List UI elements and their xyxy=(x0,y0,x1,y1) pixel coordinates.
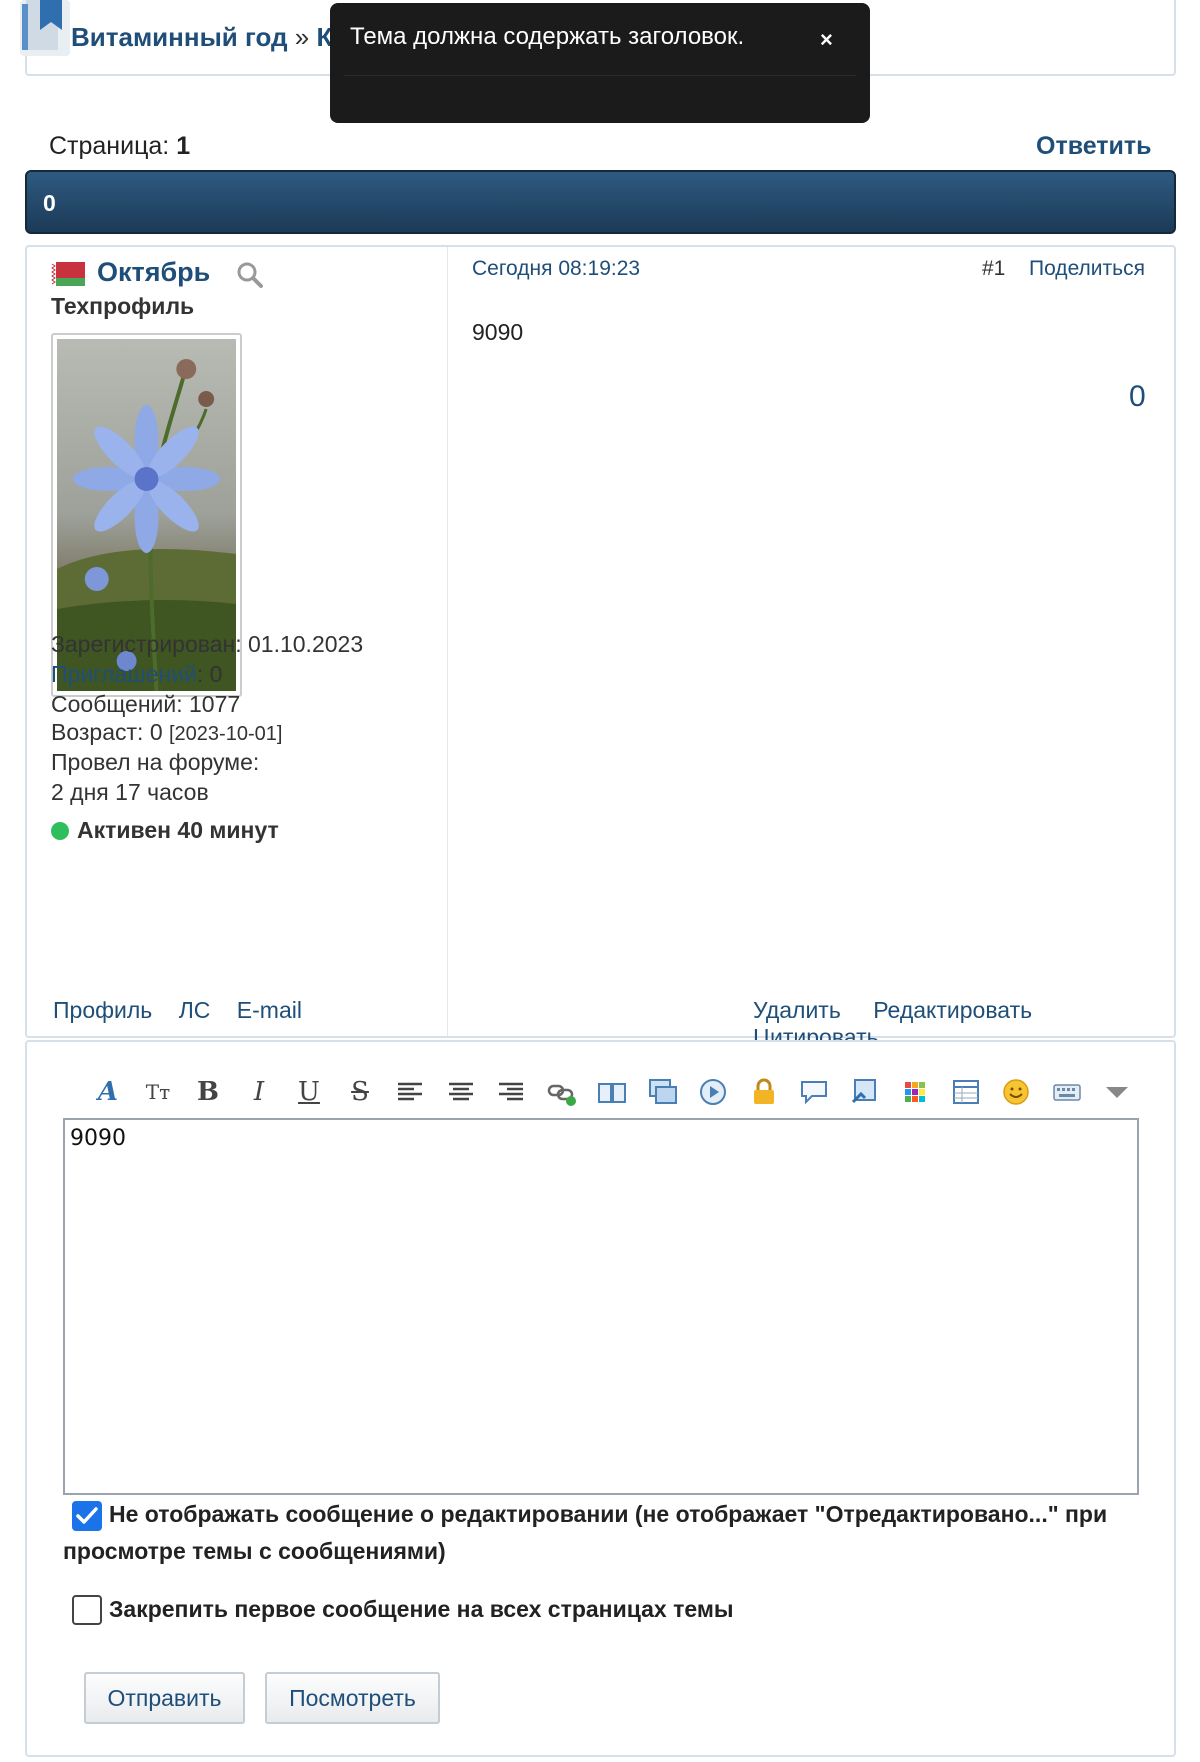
topic-title: 0 xyxy=(43,190,56,216)
time-on-forum-label: Провел на форуме: xyxy=(51,749,260,775)
author-rank: Техпрофиль xyxy=(51,293,195,319)
book-icon[interactable] xyxy=(596,1076,628,1108)
chevron-down-icon[interactable] xyxy=(1101,1076,1133,1108)
online-dot-icon xyxy=(51,822,69,840)
pagination: Страница: 1 xyxy=(49,132,190,161)
author-links: Профиль ЛС E-mail xyxy=(53,997,322,1024)
error-toast: Тема должна содержать заголовок. × xyxy=(330,3,870,123)
font-icon[interactable]: A xyxy=(92,1076,124,1108)
toast-divider xyxy=(344,75,856,76)
belarus-flag-icon xyxy=(51,262,85,286)
edit-link[interactable]: Редактировать xyxy=(873,997,1032,1023)
online-status: Активен 40 минут xyxy=(51,817,279,844)
post-number[interactable]: #1 xyxy=(982,257,1005,281)
reply-editor: A Tт B I U S 9090 Не отображать сообщени… xyxy=(25,1040,1176,1757)
breadcrumb: Витаминный год » Кор xyxy=(71,22,364,53)
play-icon[interactable] xyxy=(697,1076,729,1108)
pm-link[interactable]: ЛС xyxy=(179,997,211,1023)
preview-button[interactable]: Посмотреть xyxy=(265,1672,440,1724)
pin-first-post-label[interactable]: Закрепить первое сообщение на всех стран… xyxy=(109,1591,734,1628)
strikethrough-icon[interactable]: S xyxy=(344,1076,376,1108)
registered-date: Зарегистрирован: 01.10.2023 xyxy=(51,631,364,657)
breadcrumb-forum-link[interactable]: Витаминный год xyxy=(71,22,288,52)
lock-icon[interactable] xyxy=(748,1076,780,1108)
profile-link[interactable]: Профиль xyxy=(53,997,152,1023)
invites-link[interactable]: Приглашений xyxy=(51,661,197,687)
bold-icon[interactable]: B xyxy=(192,1076,224,1108)
smiley-icon[interactable] xyxy=(1000,1076,1032,1108)
message-textarea[interactable]: 9090 xyxy=(63,1118,1139,1495)
align-right-icon[interactable] xyxy=(495,1076,527,1108)
post: Октябрь Техпрофиль Зарегистрирован: 01.1… xyxy=(25,245,1176,1050)
invites: Приглашений: 0 xyxy=(51,661,222,688)
submit-button[interactable]: Отправить xyxy=(84,1672,245,1724)
keyboard-icon[interactable] xyxy=(1051,1076,1083,1108)
age: Возраст: 0 [2023-10-01] xyxy=(51,719,282,746)
share-link[interactable]: Поделиться xyxy=(1029,257,1145,281)
image-icon[interactable] xyxy=(647,1076,679,1108)
underline-icon[interactable]: U xyxy=(293,1076,325,1108)
italic-icon[interactable]: I xyxy=(243,1076,275,1108)
bookmark-icon[interactable] xyxy=(20,0,70,56)
pagination-current: 1 xyxy=(176,132,191,160)
email-link[interactable]: E-mail xyxy=(237,997,302,1023)
breadcrumb-separator: » xyxy=(294,22,310,52)
online-status-text: Активен 40 минут xyxy=(77,817,279,843)
link-icon[interactable] xyxy=(546,1076,578,1108)
post-body: 9090 xyxy=(472,319,524,345)
age-value: Возраст: 0 xyxy=(51,719,163,745)
no-edit-notice-label[interactable]: Не отображать сообщение о редактировании… xyxy=(63,1496,1123,1570)
pin-first-post-checkbox[interactable] xyxy=(72,1595,102,1625)
table-icon[interactable] xyxy=(950,1076,982,1108)
speech-bubble-icon[interactable] xyxy=(798,1076,830,1108)
pagination-label: Страница: xyxy=(49,132,170,160)
color-icon[interactable] xyxy=(899,1076,931,1108)
time-on-forum-value: 2 дня 17 часов xyxy=(51,779,209,805)
post-date[interactable]: Сегодня 08:19:23 xyxy=(472,257,640,281)
topic-header: 0 xyxy=(25,170,1176,234)
search-icon[interactable] xyxy=(236,261,264,289)
align-center-icon[interactable] xyxy=(445,1076,477,1108)
author-name[interactable]: Октябрь xyxy=(97,257,210,288)
reply-link[interactable]: Ответить xyxy=(1036,132,1152,161)
invites-value: : 0 xyxy=(196,661,223,687)
spoiler-icon[interactable] xyxy=(849,1076,881,1108)
toast-message: Тема должна содержать заголовок. xyxy=(350,23,745,50)
close-icon[interactable]: × xyxy=(820,27,833,53)
align-left-icon[interactable] xyxy=(394,1076,426,1108)
delete-link[interactable]: Удалить xyxy=(753,997,841,1023)
age-date: [2023-10-01] xyxy=(169,723,283,745)
post-divider xyxy=(447,247,448,1036)
post-counter: 0 xyxy=(1129,380,1146,413)
font-size-icon[interactable]: Tт xyxy=(142,1076,174,1108)
message-count: Сообщений: 1077 xyxy=(51,691,241,717)
